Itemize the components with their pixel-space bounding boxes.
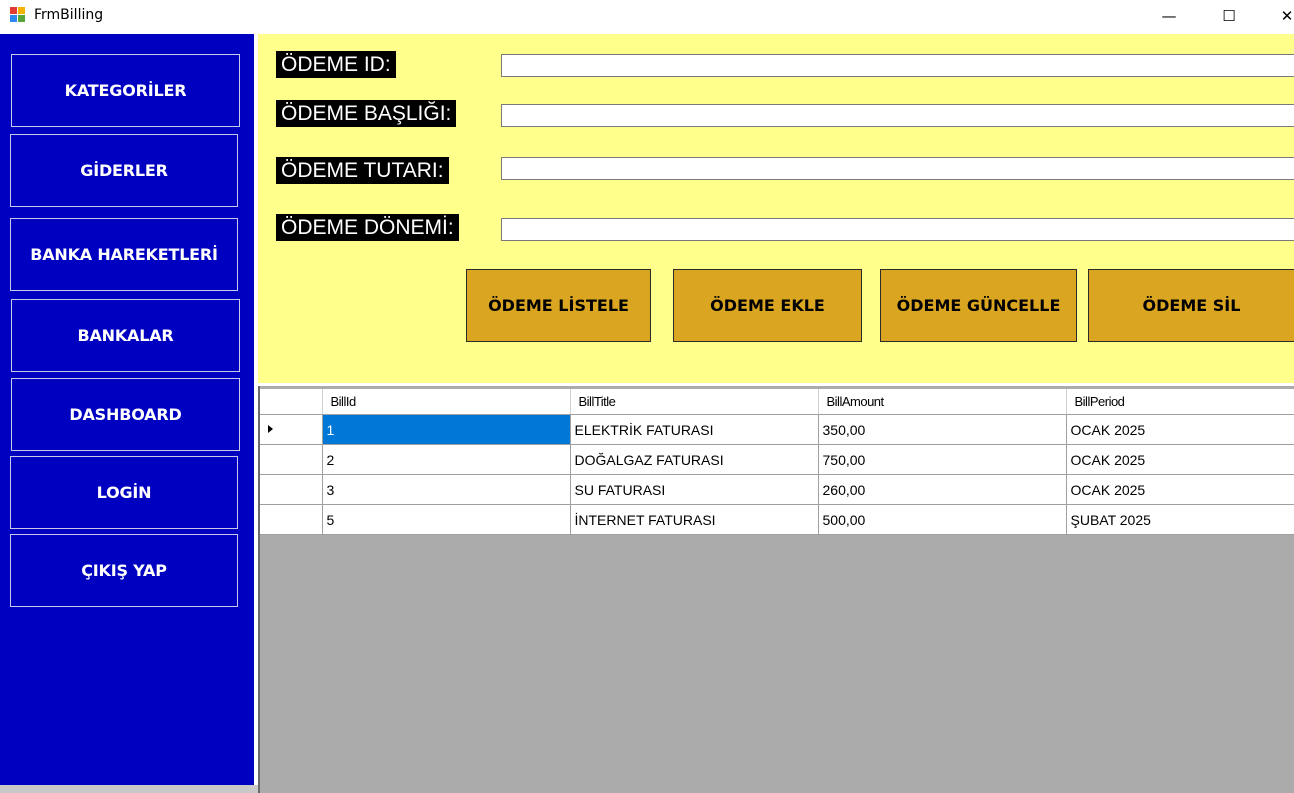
payment-id-field[interactable]	[501, 54, 1294, 77]
cell-bill-amount[interactable]: 750,00	[818, 444, 1067, 475]
sidebar-button-dashboard[interactable]: DASHBOARD	[11, 378, 240, 451]
app-icon	[10, 7, 26, 23]
cell-bill-period[interactable]: OCAK 2025	[1066, 444, 1294, 475]
table-row[interactable]: 3 SU FATURASI 260,00 OCAK 2025	[260, 474, 1294, 505]
sidebar-button-bankalar[interactable]: BANKALAR	[11, 299, 240, 372]
window-title: FrmBilling	[34, 7, 104, 23]
row-header[interactable]	[260, 504, 323, 535]
payment-title-label: ÖDEME BAŞLIĞI:	[276, 100, 457, 127]
close-button[interactable]: ✕	[1264, 0, 1294, 32]
column-header-billid[interactable]: BillId	[322, 389, 571, 415]
cell-bill-amount[interactable]: 260,00	[818, 474, 1067, 505]
payment-period-label: ÖDEME DÖNEMİ:	[276, 214, 459, 241]
sidebar-button-banka-hareketleri[interactable]: BANKA HAREKETLERİ	[10, 218, 238, 291]
row-header[interactable]	[260, 474, 323, 505]
add-payment-button[interactable]: ÖDEME EKLE	[673, 269, 862, 342]
cell-bill-id[interactable]: 3	[322, 474, 571, 505]
cell-bill-period[interactable]: OCAK 2025	[1066, 474, 1294, 505]
minimize-button[interactable]: —	[1146, 0, 1192, 32]
delete-payment-button[interactable]: ÖDEME SİL	[1088, 269, 1294, 342]
payment-amount-label: ÖDEME TUTARI:	[276, 157, 449, 184]
row-header-corner[interactable]	[260, 389, 323, 415]
current-row-arrow-icon	[268, 425, 273, 433]
sidebar-button-kategoriler[interactable]: KATEGORİLER	[11, 54, 240, 127]
update-payment-button[interactable]: ÖDEME GÜNCELLE	[880, 269, 1077, 342]
bills-data-grid[interactable]: BillId BillTitle BillAmount BillPeriod 1…	[260, 389, 1294, 535]
cell-bill-title[interactable]: DOĞALGAZ FATURASI	[570, 444, 819, 475]
cell-bill-title[interactable]: SU FATURASI	[570, 474, 819, 505]
cell-bill-id[interactable]: 1	[322, 414, 571, 445]
title-bar: FrmBilling — ☐ ✕	[0, 0, 1294, 32]
sidebar: KATEGORİLER GİDERLER BANKA HAREKETLERİ B…	[0, 34, 254, 785]
cell-bill-period[interactable]: ŞUBAT 2025	[1066, 504, 1294, 535]
sidebar-button-login[interactable]: LOGİN	[10, 456, 238, 529]
status-strip	[0, 785, 258, 793]
payment-title-field[interactable]	[501, 104, 1294, 127]
sidebar-button-giderler[interactable]: GİDERLER	[10, 134, 238, 207]
cell-bill-title[interactable]: ELEKTRİK FATURASI	[570, 414, 819, 445]
maximize-button[interactable]: ☐	[1206, 0, 1252, 32]
cell-bill-period[interactable]: OCAK 2025	[1066, 414, 1294, 445]
cell-bill-amount[interactable]: 500,00	[818, 504, 1067, 535]
list-payments-button[interactable]: ÖDEME LİSTELE	[466, 269, 651, 342]
row-header[interactable]	[260, 444, 323, 475]
cell-bill-amount[interactable]: 350,00	[818, 414, 1067, 445]
table-row[interactable]: 1 ELEKTRİK FATURASI 350,00 OCAK 2025	[260, 414, 1294, 445]
payment-amount-field[interactable]	[501, 157, 1294, 180]
cell-bill-id[interactable]: 2	[322, 444, 571, 475]
cell-bill-title[interactable]: İNTERNET FATURASI	[570, 504, 819, 535]
column-header-billperiod[interactable]: BillPeriod	[1066, 389, 1294, 415]
column-header-billtitle[interactable]: BillTitle	[570, 389, 819, 415]
grid-header-row: BillId BillTitle BillAmount BillPeriod	[260, 389, 1294, 415]
payment-period-field[interactable]	[501, 218, 1294, 241]
sidebar-button-cikis-yap[interactable]: ÇIKIŞ YAP	[10, 534, 238, 607]
row-header[interactable]	[260, 414, 323, 445]
table-row[interactable]: 2 DOĞALGAZ FATURASI 750,00 OCAK 2025	[260, 444, 1294, 475]
payment-id-label: ÖDEME ID:	[276, 51, 396, 78]
column-header-billamount[interactable]: BillAmount	[818, 389, 1067, 415]
table-row[interactable]: 5 İNTERNET FATURASI 500,00 ŞUBAT 2025	[260, 504, 1294, 535]
cell-bill-id[interactable]: 5	[322, 504, 571, 535]
